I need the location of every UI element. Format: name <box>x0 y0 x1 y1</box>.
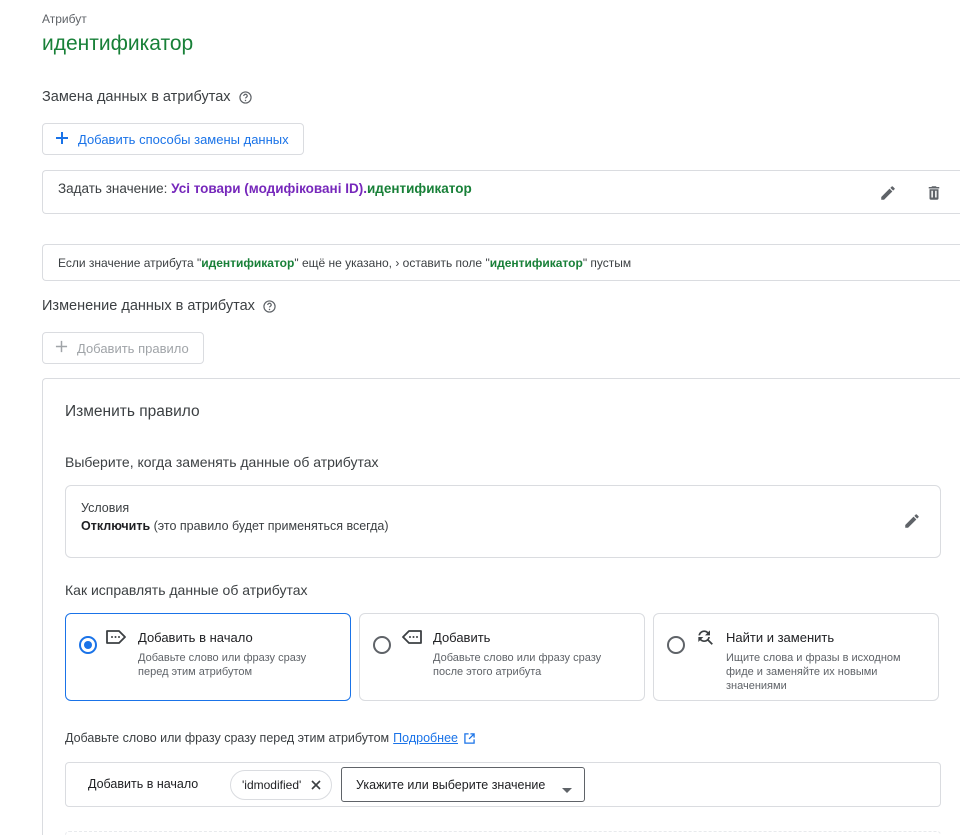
radio-append[interactable] <box>373 636 391 654</box>
conditions-label: Условия <box>81 501 130 515</box>
delete-trash-icon[interactable] <box>922 181 946 205</box>
option-prepend-title: Добавить в начало <box>138 630 253 645</box>
when-title: Выберите, когда заменять данные об атриб… <box>65 454 379 470</box>
fallback-part-1: Если значение атрибута " <box>58 256 202 270</box>
next-card <box>65 831 941 835</box>
learn-more-link[interactable]: Подробнее <box>393 731 458 745</box>
modification-section-title: Изменение данных в атрибутах <box>42 298 276 314</box>
fallback-text: Если значение атрибута "идентификатор" е… <box>58 256 631 270</box>
hint-text: Добавьте слово или фразу сразу перед эти… <box>65 731 390 745</box>
set-value-prefix: Задать значение: <box>58 181 168 196</box>
dropdown-arrow-icon <box>562 782 572 796</box>
plus-icon <box>55 131 69 148</box>
conditions-note: (это правило будет применяться всегда) <box>150 519 389 533</box>
plus-icon <box>55 340 68 356</box>
replacement-section-title: Замена данных в атрибутах <box>42 89 252 105</box>
conditions-card[interactable]: Условия Отключить (это правило будет при… <box>65 485 941 558</box>
find-replace-icon <box>695 627 715 652</box>
fallback-part-2: " ещё не указано, › оставить поле " <box>294 256 490 270</box>
option-find-replace[interactable]: Найти и заменить Ищите слова и фразы в и… <box>653 613 939 701</box>
prepend-value-row: Добавить в начало 'idmodified' Укажите и… <box>65 762 941 807</box>
fallback-card: Если значение атрибута "идентификатор" е… <box>42 244 960 281</box>
fallback-attr-1: идентификатор <box>201 256 295 270</box>
replacement-title: Замена данных в атрибутах <box>42 89 231 105</box>
value-select[interactable]: Укажите или выберите значение <box>341 767 585 802</box>
edit-rule-title: Изменить правило <box>65 403 200 420</box>
conditions-disabled: Отключить <box>81 519 151 533</box>
option-find-replace-title: Найти и заменить <box>726 630 835 645</box>
add-replacement-label: Добавить способы замены данных <box>78 131 289 147</box>
option-prepend-desc: Добавьте слово или фразу сразу перед эти… <box>138 652 307 678</box>
radio-prepend[interactable] <box>79 636 97 654</box>
set-value-text: Задать значение: Усі товари (модифікован… <box>58 181 472 196</box>
add-rule-label: Добавить правило <box>77 340 189 356</box>
value-chip: 'idmodified' <box>230 770 333 800</box>
append-icon <box>401 629 423 650</box>
how-title: Как исправлять данные об атрибутах <box>65 582 308 598</box>
edit-pencil-icon[interactable] <box>900 509 924 533</box>
hint-line: Добавьте слово или фразу сразу перед эти… <box>65 731 475 745</box>
option-append-title: Добавить <box>433 630 491 645</box>
add-replacement-button[interactable]: Добавить способы замены данных <box>42 123 304 155</box>
chip-value: 'idmodified' <box>242 778 302 792</box>
set-value-attr: идентификатор <box>366 181 472 196</box>
external-link-icon[interactable] <box>464 732 475 744</box>
attribute-title: идентификатор <box>42 32 194 55</box>
help-icon[interactable] <box>238 90 252 104</box>
attribute-label: Атрибут <box>42 12 87 26</box>
select-placeholder: Укажите или выберите значение <box>356 777 546 792</box>
close-icon[interactable] <box>307 776 325 794</box>
prepend-icon <box>105 629 127 650</box>
radio-find-replace[interactable] <box>667 636 685 654</box>
edit-rule-panel: Изменить правило Выберите, когда заменят… <box>42 378 960 835</box>
edit-pencil-icon[interactable] <box>876 181 900 205</box>
prepend-label: Добавить в начало <box>88 777 199 791</box>
option-find-replace-desc: Ищите слова и фразы в исходном фиде и за… <box>726 652 901 692</box>
modification-title: Изменение данных в атрибутах <box>42 298 255 314</box>
set-value-card: Задать значение: Усі товари (модифікован… <box>42 170 960 214</box>
fallback-attr-2: идентификатор <box>489 256 583 270</box>
add-rule-button[interactable]: Добавить правило <box>42 332 204 364</box>
option-append[interactable]: Добавить Добавьте слово или фразу сразу … <box>359 613 645 701</box>
set-value-source: Усі товари (модифіковані ID). <box>171 181 367 196</box>
conditions-value: Отключить (это правило будет применяться… <box>81 519 389 533</box>
help-icon[interactable] <box>263 299 276 313</box>
fallback-part-3: " пустым <box>582 256 632 270</box>
option-prepend[interactable]: Добавить в начало Добавьте слово или фра… <box>65 613 351 701</box>
option-append-desc: Добавьте слово или фразу сразу после это… <box>433 652 602 678</box>
